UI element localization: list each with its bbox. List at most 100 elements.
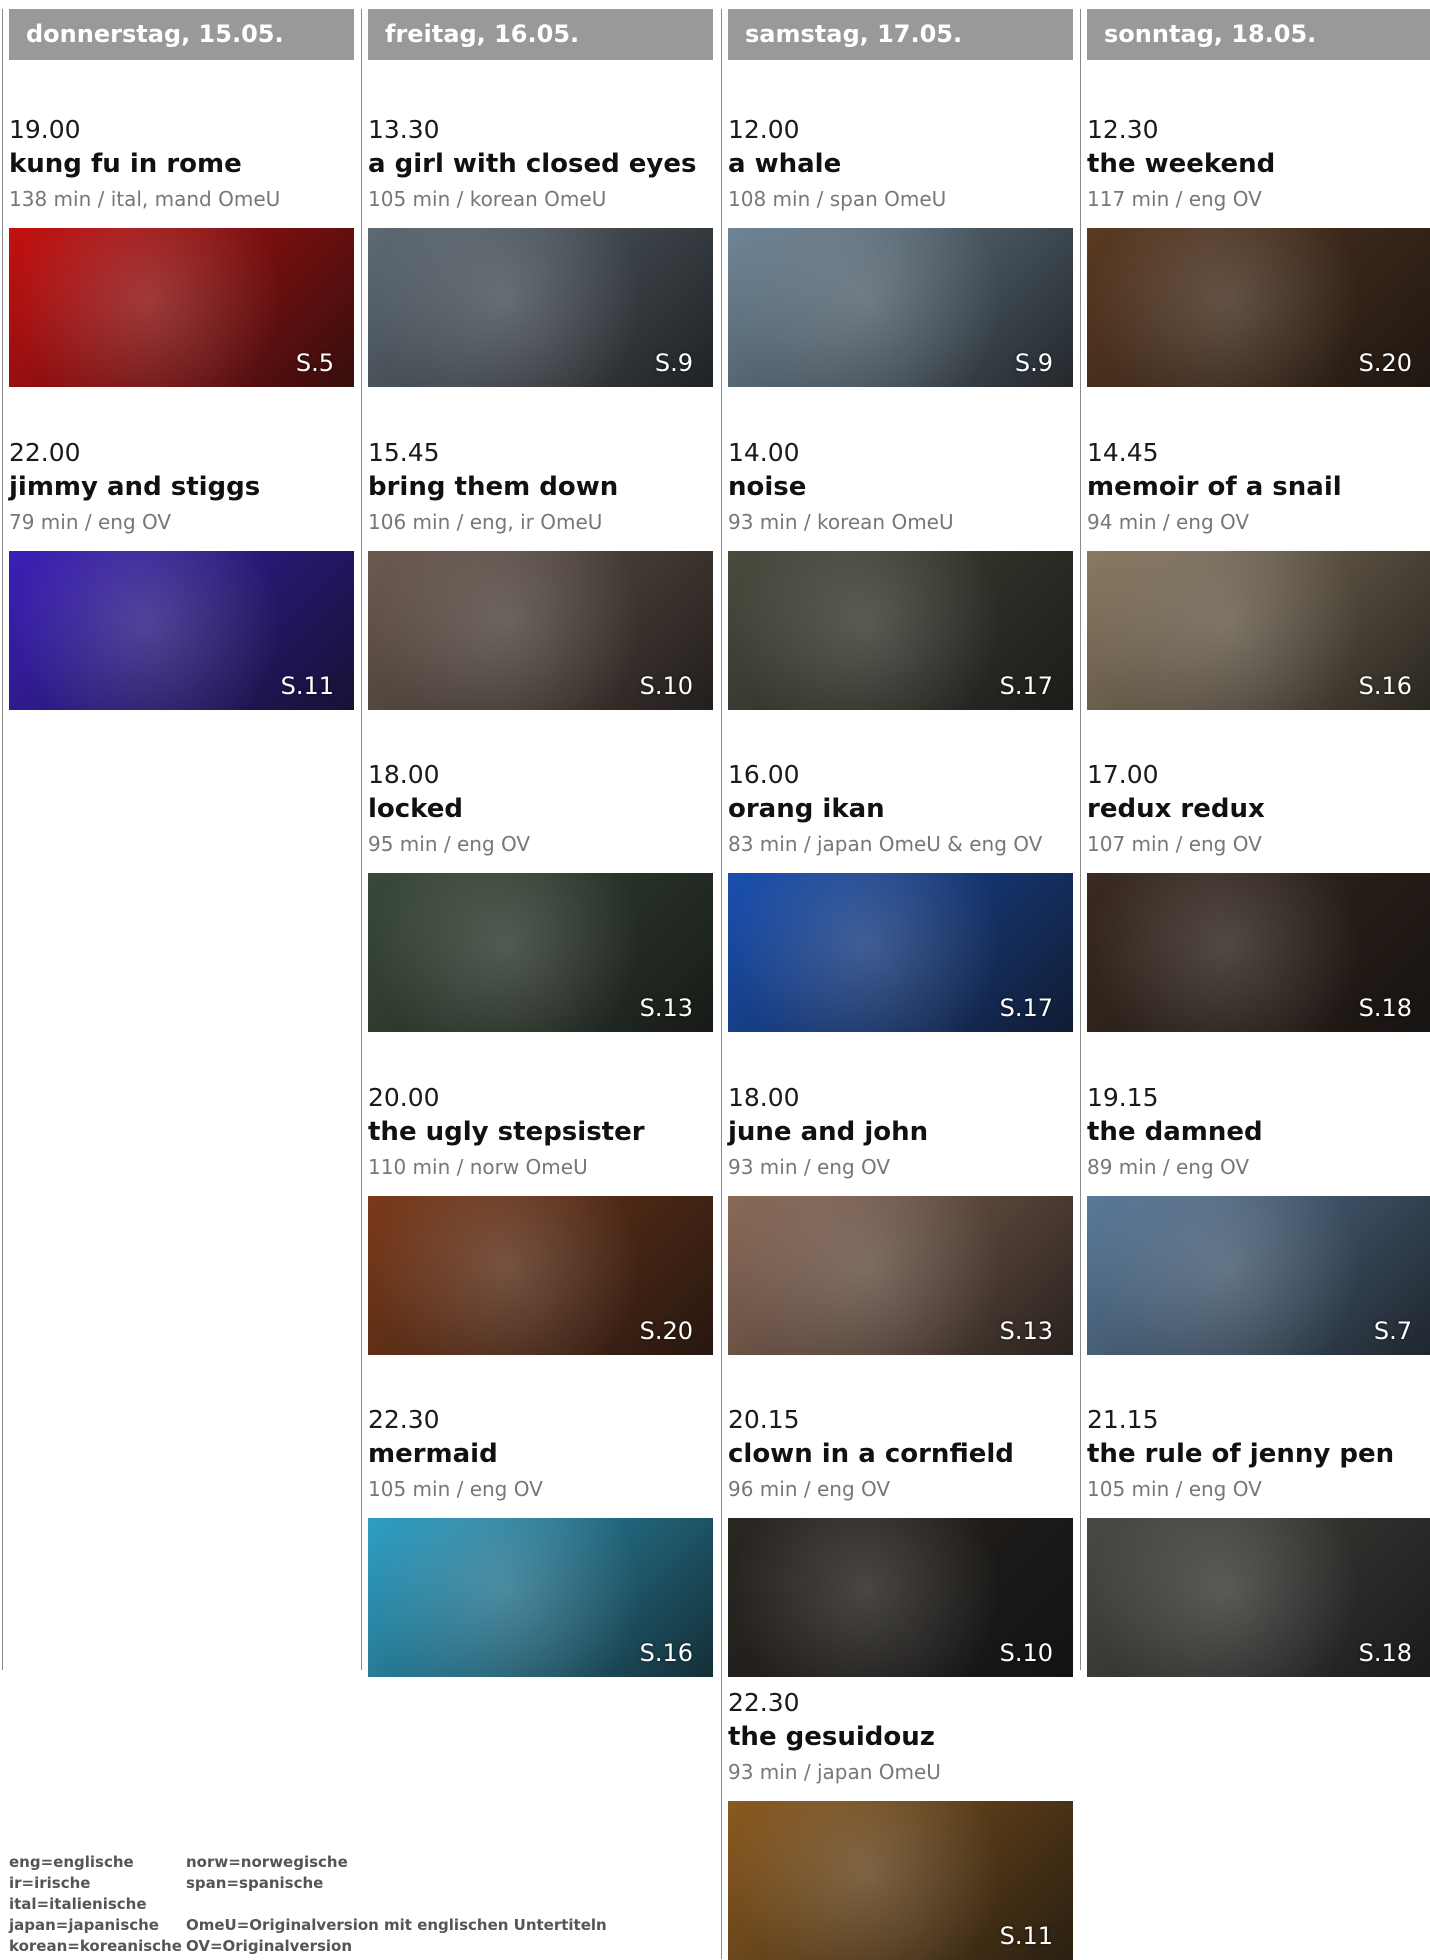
film-time: 20.15 (728, 1405, 800, 1434)
film-entry[interactable]: 17.00 redux redux 107 min / eng OV S.18 (1087, 759, 1430, 1032)
film-meta: 105 min / eng OV (1087, 1477, 1262, 1501)
page-reference: S.11 (280, 672, 334, 700)
film-title[interactable]: the ugly stepsister (368, 1114, 713, 1150)
film-entry[interactable]: 22.30 the gesuidouz 93 min / japan OmeU S.1… (728, 1687, 1073, 1960)
film-entry[interactable]: 22.00 jimmy and stiggs 79 min / eng OV S.11 (9, 437, 354, 710)
film-still-image[interactable]: S.11 (9, 551, 354, 710)
page-reference: S.20 (639, 1317, 693, 1345)
film-still-image[interactable]: S.9 (728, 228, 1073, 387)
page-reference: S.18 (1358, 1639, 1412, 1667)
film-still-image[interactable]: S.18 (1087, 873, 1430, 1032)
page-reference: S.7 (1373, 1317, 1412, 1345)
film-still-image[interactable]: S.5 (9, 228, 354, 387)
film-still-image[interactable]: S.17 (728, 551, 1073, 710)
film-entry[interactable]: 15.45 bring them down 106 min / eng, ir Om… (368, 437, 713, 710)
film-still-image[interactable]: S.13 (368, 873, 713, 1032)
film-entry[interactable]: 14.45 memoir of a snail 94 min / eng OV S.1… (1087, 437, 1430, 710)
film-entry[interactable]: 18.00 locked 95 min / eng OV S.13 (368, 759, 713, 1032)
page-reference: S.10 (999, 1639, 1053, 1667)
film-meta: 95 min / eng OV (368, 832, 531, 856)
film-entry[interactable]: 22.30 mermaid 105 min / eng OV S.16 (368, 1404, 713, 1677)
film-still-image[interactable]: S.20 (368, 1196, 713, 1355)
page-reference: S.16 (639, 1639, 693, 1667)
film-entry[interactable]: 20.00 the ugly stepsister 110 min / norw O… (368, 1082, 713, 1355)
film-title[interactable]: bring them down (368, 469, 713, 505)
page-reference: S.16 (1358, 672, 1412, 700)
film-title[interactable]: jimmy and stiggs (9, 469, 354, 505)
film-still-image[interactable]: S.13 (728, 1196, 1073, 1355)
film-meta: 117 min / eng OV (1087, 187, 1262, 211)
film-title[interactable]: the damned (1087, 1114, 1430, 1150)
film-title[interactable]: redux redux (1087, 791, 1430, 827)
film-title[interactable]: june and john (728, 1114, 1073, 1150)
film-meta: 94 min / eng OV (1087, 510, 1250, 534)
column-divider (1080, 9, 1081, 1670)
page-reference: S.9 (654, 349, 693, 377)
film-time: 14.00 (728, 438, 800, 467)
legend-line: eng=englische (9, 1853, 134, 1871)
film-time: 19.15 (1087, 1083, 1159, 1112)
film-entry[interactable]: 14.00 noise 93 min / korean OmeU S.17 (728, 437, 1073, 710)
legend-line: span=spanische (186, 1874, 324, 1892)
film-entry[interactable]: 19.15 the damned 89 min / eng OV S.7 (1087, 1082, 1430, 1355)
film-meta: 89 min / eng OV (1087, 1155, 1250, 1179)
film-time: 12.00 (728, 115, 800, 144)
column-divider (361, 9, 362, 1670)
day-header: sonntag, 18.05. (1087, 9, 1430, 60)
legend-line: ir=irische (9, 1874, 91, 1892)
page-reference: S.13 (639, 994, 693, 1022)
film-title[interactable]: the weekend (1087, 146, 1430, 182)
film-title[interactable]: a whale (728, 146, 1073, 182)
page-reference: S.9 (1014, 349, 1053, 377)
film-meta: 107 min / eng OV (1087, 832, 1262, 856)
film-time: 22.30 (368, 1405, 440, 1434)
film-meta: 110 min / norw OmeU (368, 1155, 588, 1179)
film-still-image[interactable]: S.18 (1087, 1518, 1430, 1677)
film-still-image[interactable]: S.16 (368, 1518, 713, 1677)
film-entry[interactable]: 12.30 the weekend 117 min / eng OV S.20 (1087, 114, 1430, 387)
legend-line: norw=norwegische (186, 1853, 348, 1871)
film-still-image[interactable]: S.10 (728, 1518, 1073, 1677)
film-title[interactable]: the rule of jenny pen (1087, 1436, 1430, 1472)
film-title[interactable]: locked (368, 791, 713, 827)
film-time: 17.00 (1087, 760, 1159, 789)
film-title[interactable]: orang ikan (728, 791, 1073, 827)
film-time: 20.00 (368, 1083, 440, 1112)
film-time: 13.30 (368, 115, 440, 144)
film-time: 15.45 (368, 438, 440, 467)
film-entry[interactable]: 21.15 the rule of jenny pen 105 min / eng … (1087, 1404, 1430, 1677)
page-reference: S.18 (1358, 994, 1412, 1022)
film-still-image[interactable]: S.16 (1087, 551, 1430, 710)
film-entry[interactable]: 18.00 june and john 93 min / eng OV S.13 (728, 1082, 1073, 1355)
film-title[interactable]: noise (728, 469, 1073, 505)
film-still-image[interactable]: S.20 (1087, 228, 1430, 387)
film-entry[interactable]: 12.00 a whale 108 min / span OmeU S.9 (728, 114, 1073, 387)
film-still-image[interactable]: S.17 (728, 873, 1073, 1032)
film-meta: 79 min / eng OV (9, 510, 172, 534)
film-meta: 93 min / korean OmeU (728, 510, 954, 534)
page-reference: S.17 (999, 672, 1053, 700)
film-time: 19.00 (9, 115, 81, 144)
film-still-image[interactable]: S.7 (1087, 1196, 1430, 1355)
film-meta: 108 min / span OmeU (728, 187, 947, 211)
film-entry[interactable]: 19.00 kung fu in rome 138 min / ital, mand… (9, 114, 354, 387)
film-still-image[interactable]: S.11 (728, 1801, 1073, 1960)
film-title[interactable]: clown in a cornfield (728, 1436, 1073, 1472)
film-title[interactable]: mermaid (368, 1436, 713, 1472)
film-meta: 83 min / japan OmeU & eng OV (728, 832, 1043, 856)
film-title[interactable]: kung fu in rome (9, 146, 354, 182)
film-title[interactable]: memoir of a snail (1087, 469, 1430, 505)
film-still-image[interactable]: S.10 (368, 551, 713, 710)
legend-line: OmeU=Originalversion mit englischen Unte… (186, 1916, 607, 1934)
film-still-image[interactable]: S.9 (368, 228, 713, 387)
film-time: 14.45 (1087, 438, 1159, 467)
legend-line: ital=italienische (9, 1895, 147, 1913)
film-meta: 105 min / korean OmeU (368, 187, 607, 211)
film-entry[interactable]: 16.00 orang ikan 83 min / japan OmeU & eng… (728, 759, 1073, 1032)
film-time: 12.30 (1087, 115, 1159, 144)
film-title[interactable]: the gesuidouz (728, 1719, 1073, 1755)
film-time: 22.30 (728, 1688, 800, 1717)
film-title[interactable]: a girl with closed eyes (368, 146, 713, 182)
film-entry[interactable]: 13.30 a girl with closed eyes 105 min / ko… (368, 114, 713, 387)
film-entry[interactable]: 20.15 clown in a cornfield 96 min / eng OV… (728, 1404, 1073, 1677)
